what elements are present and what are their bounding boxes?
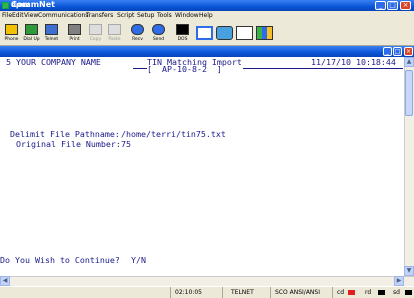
session-close-button[interactable]: × <box>404 47 413 56</box>
screen-code: [ AP-10-8-2 ] <box>147 64 222 74</box>
printer-icon <box>68 24 81 35</box>
indicator-cd-label: cd <box>337 289 345 296</box>
company-name: 5 YOUR COMPANY NAME <box>6 57 101 67</box>
copy-icon <box>89 24 102 35</box>
session-minimize-button[interactable]: _ <box>383 47 392 56</box>
menu-transfers[interactable]: Transfers <box>86 11 113 21</box>
send-button[interactable]: Send <box>148 23 169 44</box>
menu-setup[interactable]: Setup <box>137 11 154 21</box>
copy-button[interactable]: Copy <box>85 23 106 44</box>
close-button[interactable]: × <box>400 1 411 10</box>
menu-window[interactable]: Window <box>175 11 199 21</box>
delimit-label: Delimit File Pathname: <box>10 129 120 139</box>
phone-icon <box>5 24 18 35</box>
status-protocol: TELNET <box>222 287 270 298</box>
print-button-label: Print <box>69 37 80 42</box>
paste-button[interactable]: Paste <box>104 23 125 44</box>
original-file-label: Original File Number: <box>16 139 121 149</box>
session-icon <box>2 2 9 9</box>
continue-answer: Y/N <box>131 255 146 265</box>
window-icon <box>196 26 213 40</box>
menu-bar: File Edit View Communications Transfers … <box>0 11 414 21</box>
header-rule-right <box>243 68 403 69</box>
telnet-icon <box>45 24 58 35</box>
menu-file[interactable]: File <box>2 11 12 21</box>
dialup-button-label: Dial Up <box>23 37 40 42</box>
dialup-button[interactable]: Dial Up <box>21 23 42 44</box>
scroll-left-button[interactable]: ◀ <box>0 276 10 286</box>
continue-prompt: Do You Wish to Continue? <box>0 255 120 265</box>
phone-button[interactable]: Phone <box>1 23 22 44</box>
edit-button[interactable] <box>234 23 255 44</box>
indicator-rd-label: rd <box>365 289 372 296</box>
indicator-sd-led <box>405 290 412 295</box>
copy-button-label: Copy <box>89 37 102 42</box>
receive-button-label: Recv <box>132 37 143 42</box>
maximize-button[interactable]: □ <box>387 1 398 10</box>
menu-edit[interactable]: Edit <box>12 11 24 21</box>
minimize-button[interactable]: _ <box>375 1 386 10</box>
phone-button-label: Phone <box>4 37 19 42</box>
window-button[interactable] <box>194 23 215 44</box>
paste-button-label: Paste <box>108 37 121 42</box>
edit-icon <box>236 26 253 40</box>
terminal-screen[interactable] <box>0 57 404 276</box>
dialup-icon <box>25 24 38 35</box>
telnet-button[interactable]: Telnet <box>41 23 62 44</box>
menu-script[interactable]: Script <box>117 11 134 21</box>
dos-button[interactable]: DOS <box>172 23 193 44</box>
chart-icon <box>256 26 273 40</box>
status-indicators <box>332 287 414 298</box>
folder-icon <box>216 26 233 40</box>
header-rule-left <box>133 68 147 69</box>
menu-view[interactable]: View <box>24 11 38 21</box>
send-button-label: Send <box>152 37 165 42</box>
session-titlebar[interactable] <box>0 46 414 57</box>
menu-tools[interactable]: Tools <box>157 11 172 21</box>
chart-button[interactable] <box>254 23 275 44</box>
telnet-button-label: Telnet <box>44 37 59 42</box>
receive-icon <box>131 24 144 35</box>
scroll-up-button[interactable]: ▲ <box>404 57 414 67</box>
send-icon <box>152 24 165 35</box>
indicator-sd-label: sd <box>393 289 400 296</box>
dos-icon <box>176 24 189 35</box>
status-time: 02:10:05 <box>170 287 222 298</box>
toolbar: Phone Dial Up Telnet Print Copy Paste Re… <box>0 21 414 46</box>
status-emulation: SCO ANSI/ANSI <box>270 287 332 298</box>
scroll-down-button[interactable]: ▼ <box>404 266 414 276</box>
indicator-rd-led <box>378 290 385 295</box>
session-title: dpnz <box>11 1 31 9</box>
original-file-value: 75 <box>121 139 131 149</box>
menu-communications[interactable]: Communications <box>38 11 88 21</box>
print-button[interactable]: Print <box>64 23 85 44</box>
app-titlebar[interactable] <box>0 0 414 11</box>
paste-icon <box>108 24 121 35</box>
folder-button[interactable] <box>214 23 235 44</box>
dos-button-label: DOS <box>177 37 188 42</box>
indicator-cd-led <box>348 290 355 295</box>
session-maximize-button[interactable]: □ <box>393 47 402 56</box>
vertical-scroll-thumb[interactable] <box>405 70 413 116</box>
datetime: 11/17/10 10:18:44 <box>311 57 396 67</box>
delimit-value: /home/terri/tin75.txt <box>121 129 226 139</box>
menu-help[interactable]: Help <box>199 11 213 21</box>
horizontal-scrollbar[interactable] <box>0 276 414 286</box>
scroll-right-button[interactable]: ▶ <box>394 276 404 286</box>
receive-button[interactable]: Recv <box>127 23 148 44</box>
